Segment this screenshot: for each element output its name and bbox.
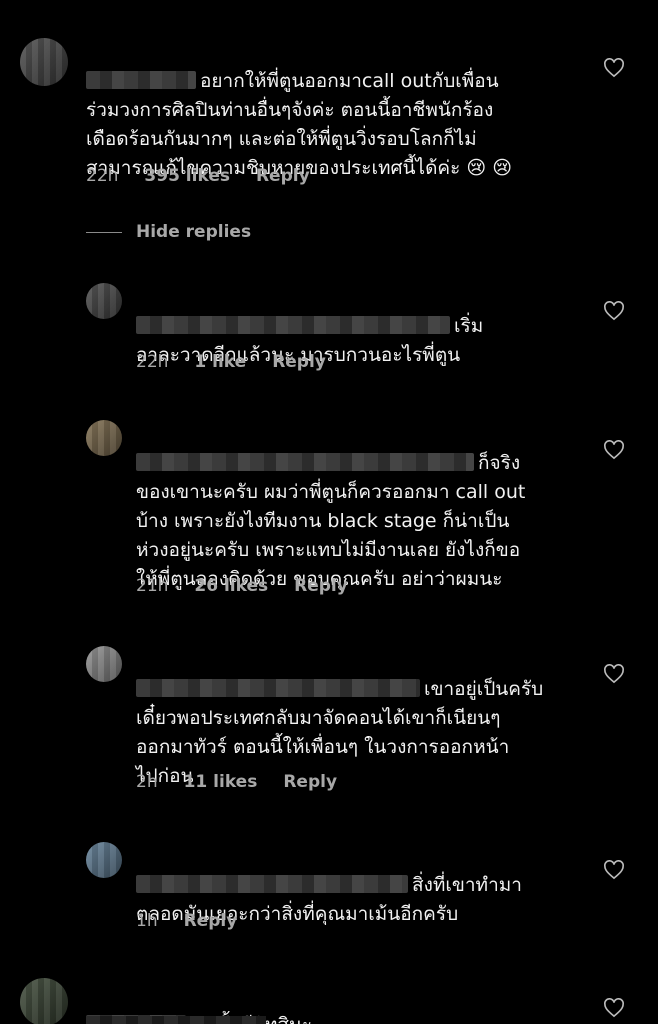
username-redacted[interactable] xyxy=(136,875,408,893)
heart-outline-icon[interactable] xyxy=(603,664,625,684)
avatar[interactable] xyxy=(86,842,122,878)
avatar[interactable] xyxy=(86,646,122,682)
reply-likes[interactable]: 11 likes xyxy=(184,772,258,792)
heart-outline-icon[interactable] xyxy=(603,58,625,78)
avatar[interactable] xyxy=(86,420,122,456)
reply-time: 21h xyxy=(136,576,169,596)
reply-meta: 21h 26 likes Reply xyxy=(136,576,374,596)
avatar[interactable] xyxy=(20,978,68,1024)
username-redacted[interactable] xyxy=(136,453,474,471)
hide-replies-toggle[interactable]: Hide replies xyxy=(86,222,251,242)
reply-button[interactable]: Reply xyxy=(283,772,337,792)
reply-time: 2h xyxy=(136,772,158,792)
avatar[interactable] xyxy=(20,38,68,86)
hide-replies-label[interactable]: Hide replies xyxy=(136,222,251,242)
username-redacted[interactable] xyxy=(136,679,420,697)
heart-outline-icon[interactable] xyxy=(603,301,625,321)
reply-likes[interactable]: 26 likes xyxy=(194,576,268,596)
reply-button[interactable]: Reply xyxy=(294,576,348,596)
comment-likes[interactable]: 395 likes xyxy=(144,166,230,186)
heart-outline-icon[interactable] xyxy=(603,440,625,460)
reply-time: 1h xyxy=(136,911,158,931)
heart-outline-icon[interactable] xyxy=(603,998,625,1018)
comment-time: 22h xyxy=(86,166,119,186)
reply-meta: 22h 1 like Reply xyxy=(136,352,352,372)
reply-button[interactable]: Reply xyxy=(184,911,238,931)
username-redacted[interactable] xyxy=(86,71,196,89)
divider-line xyxy=(86,231,122,233)
reply-text: เขาอยู่เป็นครับ เดี๋ยวพอประเทศกลับมาจัดค… xyxy=(136,678,544,787)
reply-meta: 2h 11 likes Reply xyxy=(136,772,363,792)
comment-meta: 22h 395 likes Reply xyxy=(86,166,336,186)
comment-text: อยากให้พี่ตูนออกมาcall outกับเพื่อน ร่วม… xyxy=(86,70,513,179)
reply-button[interactable]: Reply xyxy=(256,166,310,186)
reply-time: 22h xyxy=(136,352,169,372)
reply-text: ก็จริง ของเขานะครับ ผมว่าพี่ตูนก็ควรออกม… xyxy=(136,452,526,590)
reply-meta: 1h Reply xyxy=(136,911,263,931)
username-redacted[interactable] xyxy=(136,316,450,334)
avatar[interactable] xyxy=(86,283,122,319)
reply-likes[interactable]: 1 like xyxy=(194,352,246,372)
reply-button[interactable]: Reply xyxy=(272,352,326,372)
comment-meta-redacted xyxy=(86,1016,266,1024)
heart-outline-icon[interactable] xyxy=(603,860,625,880)
